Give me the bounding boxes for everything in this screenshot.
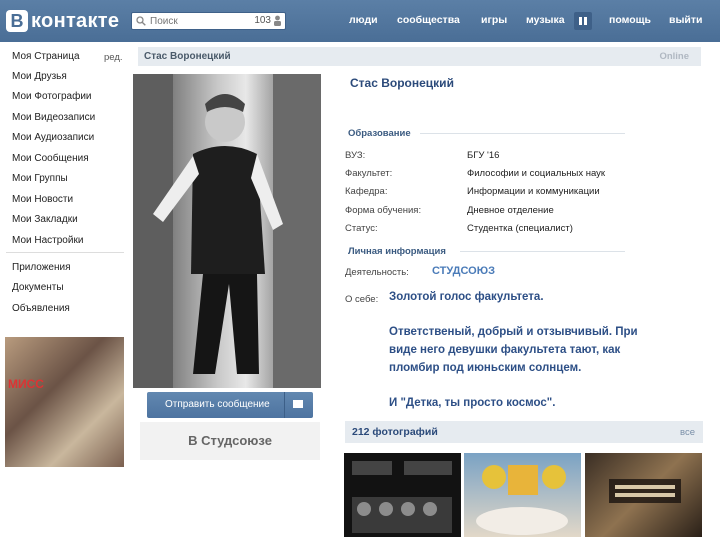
- person-silhouette: [133, 74, 321, 388]
- edu-label-form: Форма обучения:: [345, 205, 422, 216]
- menu-audio[interactable]: Мои Аудиозаписи: [12, 132, 94, 143]
- nav-logout[interactable]: выйти: [669, 14, 702, 26]
- search-input[interactable]: [150, 13, 240, 29]
- edu-label-status: Статус:: [345, 223, 378, 234]
- edu-value-form[interactable]: Дневное отделение: [467, 205, 554, 216]
- nav-communities[interactable]: сообщества: [397, 14, 460, 26]
- send-message-button[interactable]: Отправить сообщение: [147, 392, 313, 418]
- menu-documents[interactable]: Документы: [12, 282, 64, 293]
- profile-name: Стас Воронецкий: [350, 76, 454, 90]
- photo-thumbnail[interactable]: [585, 453, 702, 537]
- nav-people[interactable]: люди: [349, 14, 378, 26]
- about-line: Ответственый, добрый и отзывчивый. При: [389, 326, 638, 338]
- menu-friends[interactable]: Мои Друзья: [12, 71, 67, 82]
- photos-all-link[interactable]: все: [680, 427, 695, 438]
- edu-label-university: ВУЗ:: [345, 150, 366, 161]
- menu-groups[interactable]: Мои Группы: [12, 173, 68, 184]
- profile-photo[interactable]: [133, 74, 321, 388]
- menu-news[interactable]: Мои Новости: [12, 194, 73, 205]
- pause-button[interactable]: [574, 12, 592, 30]
- person-icon: [274, 15, 281, 26]
- menu-divider: [6, 252, 124, 253]
- menu-apps[interactable]: Приложения: [12, 262, 71, 273]
- section-divider: [460, 251, 625, 252]
- nav-music[interactable]: музыка: [526, 14, 565, 26]
- photo-thumbnail[interactable]: [464, 453, 581, 537]
- about-line: виде него девушки факультета тают, как: [389, 344, 621, 356]
- header-name[interactable]: Стас Воронецкий: [144, 51, 231, 62]
- top-bar: В контакте 103 люди сообщества игры музы…: [0, 0, 720, 42]
- group-label: В Студсоюзе: [188, 433, 272, 448]
- search-box[interactable]: 103: [131, 12, 286, 30]
- nav-help[interactable]: помощь: [609, 14, 651, 26]
- activity-value[interactable]: СТУДСОЮЗ: [432, 265, 495, 277]
- about-label: О себе:: [345, 294, 379, 305]
- section-divider: [420, 133, 625, 134]
- send-message-label: Отправить сообщение: [165, 399, 270, 410]
- edu-value-department[interactable]: Информации и коммуникации: [467, 186, 600, 197]
- search-icon: [136, 16, 146, 26]
- about-line: И "Детка, ты просто космос".: [389, 397, 556, 409]
- menu-my-page[interactable]: Моя Страница: [12, 51, 80, 62]
- edu-value-faculty[interactable]: Философии и социальных наук: [467, 168, 605, 179]
- logo-text: контакте: [31, 9, 120, 32]
- about-line: Золотой голос факультета.: [389, 291, 544, 303]
- photos-title[interactable]: 212 фотографий: [352, 426, 438, 438]
- logo-letter: В: [6, 10, 28, 32]
- edu-label-department: Кафедра:: [345, 186, 388, 197]
- menu-videos[interactable]: Мои Видеозаписи: [12, 112, 95, 123]
- edu-value-university[interactable]: БГУ '16: [467, 150, 499, 161]
- edit-link[interactable]: ред.: [104, 52, 123, 63]
- photos-header[interactable]: 212 фотографий все: [345, 421, 703, 443]
- activity-label: Деятельность:: [345, 267, 409, 278]
- photo-thumbnail[interactable]: [344, 453, 461, 537]
- about-line: пломбир под июньским солнцем.: [389, 362, 582, 374]
- vk-logo[interactable]: В контакте: [6, 9, 119, 33]
- menu-settings[interactable]: Мои Настройки: [12, 235, 83, 246]
- menu-bookmarks[interactable]: Мои Закладки: [12, 214, 78, 225]
- edu-value-status[interactable]: Студентка (специалист): [467, 223, 573, 234]
- search-count: 103: [254, 15, 271, 26]
- personal-title: Личная информация: [348, 246, 446, 257]
- menu-messages[interactable]: Мои Сообщения: [12, 153, 89, 164]
- ad-word: МИСС: [8, 377, 44, 391]
- profile-header: Стас Воронецкий Online: [138, 47, 701, 66]
- group-box[interactable]: В Студсоюзе: [140, 422, 320, 460]
- nav-games[interactable]: игры: [481, 14, 507, 26]
- edu-label-faculty: Факультет:: [345, 168, 393, 179]
- ad-banner[interactable]: МИСС: [5, 337, 124, 467]
- online-status: Online: [659, 51, 689, 62]
- menu-photos[interactable]: Мои Фотографии: [12, 91, 92, 102]
- menu-ads[interactable]: Объявления: [12, 303, 70, 314]
- video-call-icon[interactable]: [284, 392, 313, 418]
- education-title: Образование: [348, 128, 411, 139]
